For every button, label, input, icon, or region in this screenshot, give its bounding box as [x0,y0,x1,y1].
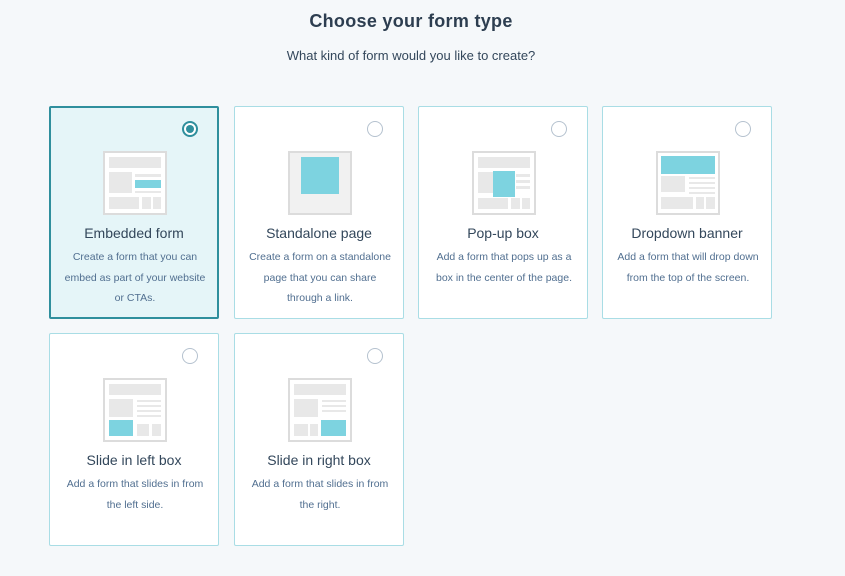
slide-in-right-illustration-icon [288,378,352,442]
radio-slide-left[interactable] [182,348,198,364]
card-description-popup: Add a form that pops up as a box in the … [435,251,572,284]
card-title-popup: Pop-up box [467,225,539,241]
card-title-standalone: Standalone page [266,225,372,241]
embedded-form-illustration-icon [103,151,167,215]
form-type-card-dropdown[interactable]: Dropdown banner Add a form that will dro… [602,106,772,319]
radio-standalone[interactable] [367,121,383,137]
radio-popup[interactable] [551,121,567,137]
dropdown-banner-illustration-icon [656,151,720,215]
radio-dropdown[interactable] [735,121,751,137]
form-type-card-slide-right[interactable]: Slide in right box Add a form that slide… [234,333,404,546]
radio-embedded[interactable] [182,121,198,137]
page-title: Choose your form type [309,11,513,31]
card-title-embedded: Embedded form [84,225,184,241]
popup-box-illustration-icon [472,151,536,215]
form-type-card-embedded[interactable]: Embedded form Create a form that you can… [49,106,219,319]
standalone-page-illustration-icon [288,151,352,215]
card-description-standalone: Create a form on a standalone page that … [249,251,391,304]
card-title-dropdown: Dropdown banner [631,225,743,241]
card-title-slide-left: Slide in left box [86,452,182,468]
card-description-embedded: Create a form that you can embed as part… [64,251,206,304]
card-title-slide-right: Slide in right box [267,452,371,468]
slide-in-left-illustration-icon [103,378,167,442]
form-type-card-standalone[interactable]: Standalone page Create a form on a stand… [234,106,404,319]
radio-slide-right[interactable] [367,348,383,364]
card-description-slide-left: Add a form that slides in from the left … [66,478,204,511]
form-type-card-slide-left[interactable]: Slide in left box Add a form that slides… [49,333,219,546]
card-description-slide-right: Add a form that slides in from the right… [251,478,389,511]
page-subtitle: What kind of form would you like to crea… [286,48,536,63]
card-description-dropdown: Add a form that will drop down from the … [617,251,759,284]
form-type-card-popup[interactable]: Pop-up box Add a form that pops up as a … [418,106,588,319]
